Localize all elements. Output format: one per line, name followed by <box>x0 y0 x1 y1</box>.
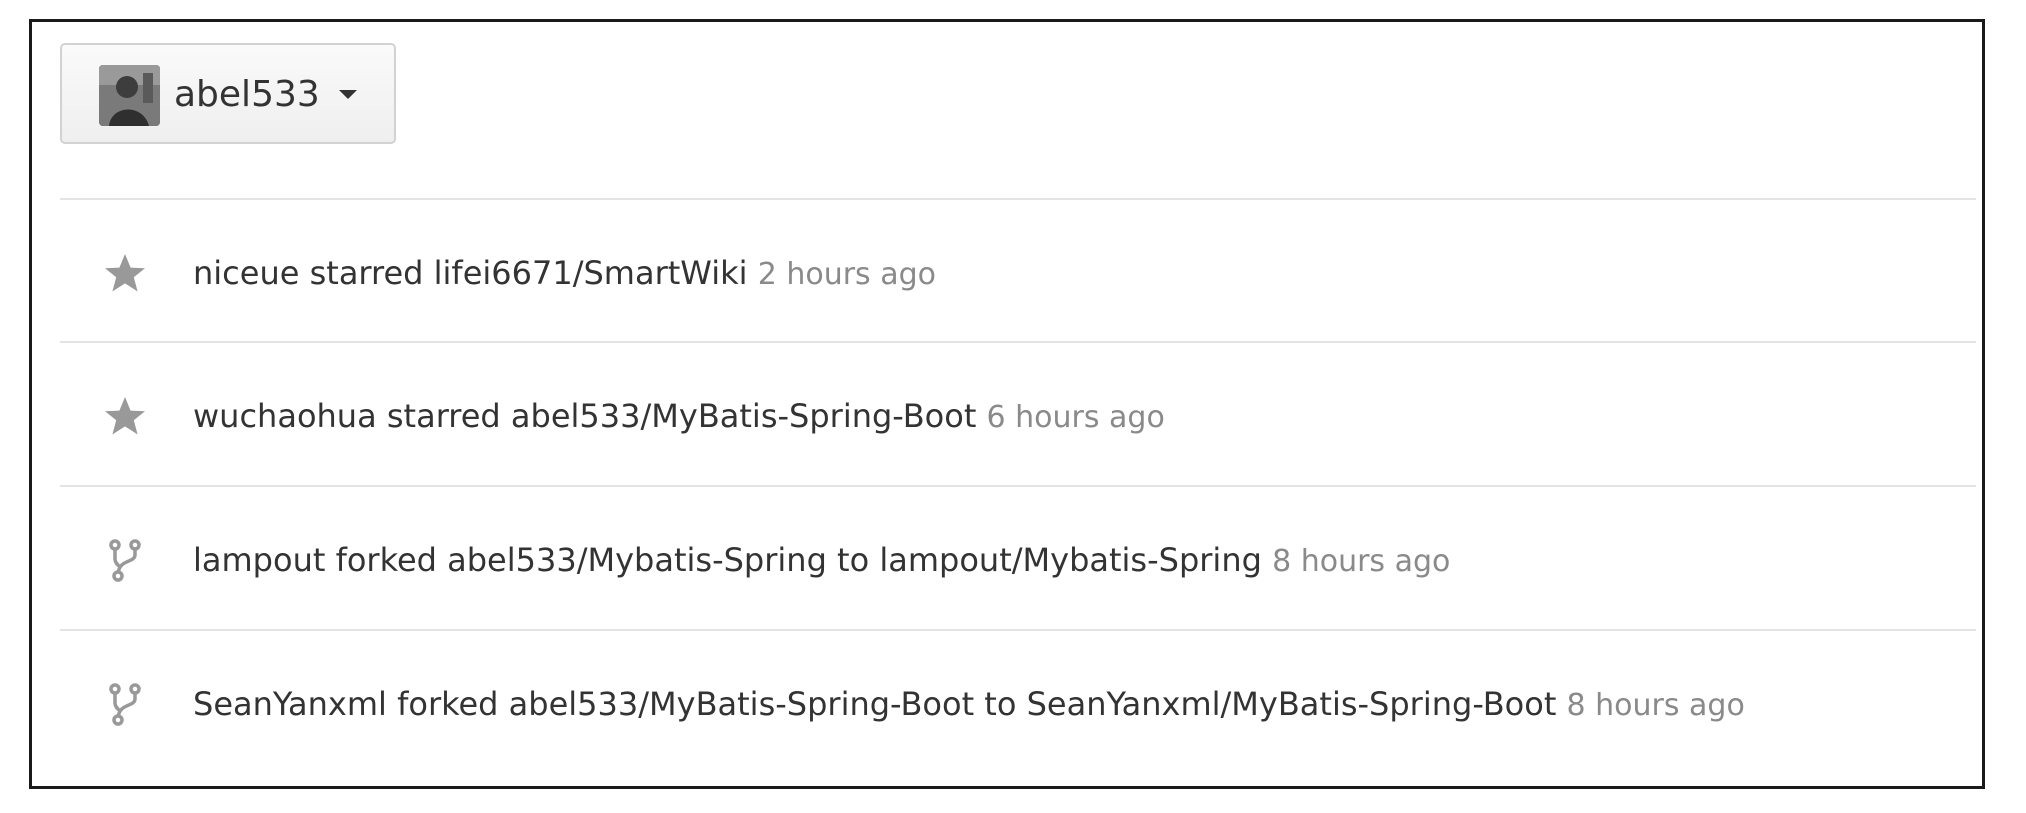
news-feed-item: SeanYanxml forked abel533/MyBatis-Spring… <box>60 631 1976 779</box>
event-action: forked <box>397 685 499 723</box>
news-feed-item: niceue starred lifei6671/SmartWiki 2 hou… <box>60 200 1976 348</box>
repo-forked-icon <box>109 683 141 726</box>
event-connector: to <box>837 541 870 579</box>
event-description: lampout forked abel533/Mybatis-Spring to… <box>193 537 1450 585</box>
event-repo-link[interactable]: abel533/MyBatis-Spring-Boot <box>511 397 976 435</box>
user-avatar <box>99 65 160 126</box>
avatar-image <box>99 65 160 126</box>
event-description: SeanYanxml forked abel533/MyBatis-Spring… <box>193 681 1745 729</box>
event-repo-link[interactable]: abel533/Mybatis-Spring <box>447 541 827 579</box>
event-fork-target-link[interactable]: SeanYanxml/MyBatis-Spring-Boot <box>1027 685 1557 723</box>
event-time: 6 hours ago <box>986 400 1165 435</box>
event-repo-link[interactable]: abel533/MyBatis-Spring-Boot <box>509 685 974 723</box>
event-time: 8 hours ago <box>1272 544 1451 579</box>
star-icon <box>105 254 145 292</box>
event-actor-link[interactable]: wuchaohua <box>193 397 377 435</box>
repo-forked-icon <box>109 539 141 582</box>
news-feed-item: lampout forked abel533/Mybatis-Spring to… <box>60 487 1976 635</box>
event-action: starred <box>309 254 424 292</box>
event-time: 8 hours ago <box>1566 688 1745 723</box>
event-action: starred <box>386 397 501 435</box>
event-connector: to <box>984 685 1017 723</box>
star-icon <box>105 397 145 435</box>
event-actor-link[interactable]: lampout <box>193 541 325 579</box>
username-label: abel533 <box>174 74 320 115</box>
event-repo-link[interactable]: lifei6671/SmartWiki <box>434 254 748 292</box>
caret-down-icon <box>339 90 357 99</box>
account-context-switcher-button[interactable]: abel533 <box>60 43 396 144</box>
event-fork-target-link[interactable]: lampout/Mybatis-Spring <box>879 541 1262 579</box>
event-actor-link[interactable]: SeanYanxml <box>193 685 387 723</box>
event-actor-link[interactable]: niceue <box>193 254 299 292</box>
event-time: 2 hours ago <box>757 257 936 292</box>
event-action: forked <box>335 541 437 579</box>
news-feed-item: wuchaohua starred abel533/MyBatis-Spring… <box>60 343 1976 491</box>
event-description: niceue starred lifei6671/SmartWiki 2 hou… <box>193 250 936 298</box>
event-description: wuchaohua starred abel533/MyBatis-Spring… <box>193 393 1165 441</box>
